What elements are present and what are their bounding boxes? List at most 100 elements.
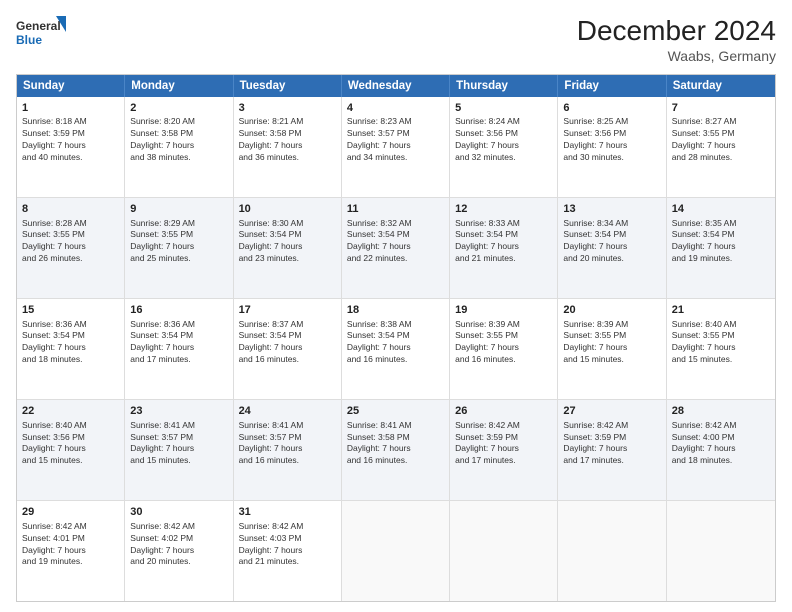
day-number: 8	[22, 202, 119, 217]
day-number: 24	[239, 404, 336, 419]
day-number: 21	[672, 303, 770, 318]
day-info: Sunrise: 8:42 AM Sunset: 4:03 PM Dayligh…	[239, 521, 304, 567]
day-number: 17	[239, 303, 336, 318]
day-info: Sunrise: 8:36 AM Sunset: 3:54 PM Dayligh…	[22, 319, 87, 365]
logo-svg: General Blue	[16, 14, 66, 54]
title-block: December 2024 Waabs, Germany	[577, 14, 776, 64]
calendar-cell: 22Sunrise: 8:40 AM Sunset: 3:56 PM Dayli…	[17, 400, 125, 500]
day-number: 13	[563, 202, 660, 217]
calendar-cell: 23Sunrise: 8:41 AM Sunset: 3:57 PM Dayli…	[125, 400, 233, 500]
header-day-wednesday: Wednesday	[342, 75, 450, 97]
day-info: Sunrise: 8:33 AM Sunset: 3:54 PM Dayligh…	[455, 218, 520, 264]
header-day-thursday: Thursday	[450, 75, 558, 97]
page: General Blue December 2024 Waabs, German…	[0, 0, 792, 612]
day-number: 3	[239, 101, 336, 116]
calendar-cell: 3Sunrise: 8:21 AM Sunset: 3:58 PM Daylig…	[234, 97, 342, 197]
day-info: Sunrise: 8:23 AM Sunset: 3:57 PM Dayligh…	[347, 116, 412, 162]
calendar-cell	[342, 501, 450, 601]
header-day-monday: Monday	[125, 75, 233, 97]
day-info: Sunrise: 8:39 AM Sunset: 3:55 PM Dayligh…	[563, 319, 628, 365]
day-info: Sunrise: 8:20 AM Sunset: 3:58 PM Dayligh…	[130, 116, 195, 162]
day-info: Sunrise: 8:25 AM Sunset: 3:56 PM Dayligh…	[563, 116, 628, 162]
calendar: SundayMondayTuesdayWednesdayThursdayFrid…	[16, 74, 776, 602]
day-number: 16	[130, 303, 227, 318]
calendar-cell: 7Sunrise: 8:27 AM Sunset: 3:55 PM Daylig…	[667, 97, 775, 197]
day-info: Sunrise: 8:41 AM Sunset: 3:57 PM Dayligh…	[239, 420, 304, 466]
calendar-cell: 5Sunrise: 8:24 AM Sunset: 3:56 PM Daylig…	[450, 97, 558, 197]
calendar-week-2: 8Sunrise: 8:28 AM Sunset: 3:55 PM Daylig…	[17, 197, 775, 298]
day-number: 14	[672, 202, 770, 217]
calendar-cell: 6Sunrise: 8:25 AM Sunset: 3:56 PM Daylig…	[558, 97, 666, 197]
header-day-friday: Friday	[558, 75, 666, 97]
day-info: Sunrise: 8:40 AM Sunset: 3:56 PM Dayligh…	[22, 420, 87, 466]
calendar-cell: 2Sunrise: 8:20 AM Sunset: 3:58 PM Daylig…	[125, 97, 233, 197]
calendar-cell: 4Sunrise: 8:23 AM Sunset: 3:57 PM Daylig…	[342, 97, 450, 197]
calendar-cell: 20Sunrise: 8:39 AM Sunset: 3:55 PM Dayli…	[558, 299, 666, 399]
calendar-cell: 1Sunrise: 8:18 AM Sunset: 3:59 PM Daylig…	[17, 97, 125, 197]
day-number: 7	[672, 101, 770, 116]
header: General Blue December 2024 Waabs, German…	[16, 14, 776, 64]
day-info: Sunrise: 8:30 AM Sunset: 3:54 PM Dayligh…	[239, 218, 304, 264]
header-day-saturday: Saturday	[667, 75, 775, 97]
calendar-week-4: 22Sunrise: 8:40 AM Sunset: 3:56 PM Dayli…	[17, 399, 775, 500]
subtitle: Waabs, Germany	[577, 48, 776, 64]
day-number: 23	[130, 404, 227, 419]
calendar-week-5: 29Sunrise: 8:42 AM Sunset: 4:01 PM Dayli…	[17, 500, 775, 601]
day-info: Sunrise: 8:35 AM Sunset: 3:54 PM Dayligh…	[672, 218, 737, 264]
day-number: 25	[347, 404, 444, 419]
day-info: Sunrise: 8:40 AM Sunset: 3:55 PM Dayligh…	[672, 319, 737, 365]
day-number: 22	[22, 404, 119, 419]
day-number: 9	[130, 202, 227, 217]
logo: General Blue	[16, 14, 66, 54]
calendar-cell	[450, 501, 558, 601]
day-info: Sunrise: 8:27 AM Sunset: 3:55 PM Dayligh…	[672, 116, 737, 162]
day-number: 11	[347, 202, 444, 217]
day-info: Sunrise: 8:38 AM Sunset: 3:54 PM Dayligh…	[347, 319, 412, 365]
day-info: Sunrise: 8:42 AM Sunset: 3:59 PM Dayligh…	[455, 420, 520, 466]
calendar-cell: 14Sunrise: 8:35 AM Sunset: 3:54 PM Dayli…	[667, 198, 775, 298]
calendar-week-3: 15Sunrise: 8:36 AM Sunset: 3:54 PM Dayli…	[17, 298, 775, 399]
calendar-header: SundayMondayTuesdayWednesdayThursdayFrid…	[17, 75, 775, 97]
calendar-cell: 29Sunrise: 8:42 AM Sunset: 4:01 PM Dayli…	[17, 501, 125, 601]
calendar-body: 1Sunrise: 8:18 AM Sunset: 3:59 PM Daylig…	[17, 97, 775, 601]
calendar-cell: 15Sunrise: 8:36 AM Sunset: 3:54 PM Dayli…	[17, 299, 125, 399]
day-number: 10	[239, 202, 336, 217]
svg-text:Blue: Blue	[16, 33, 42, 47]
day-number: 1	[22, 101, 119, 116]
day-info: Sunrise: 8:36 AM Sunset: 3:54 PM Dayligh…	[130, 319, 195, 365]
day-info: Sunrise: 8:37 AM Sunset: 3:54 PM Dayligh…	[239, 319, 304, 365]
day-number: 2	[130, 101, 227, 116]
day-info: Sunrise: 8:28 AM Sunset: 3:55 PM Dayligh…	[22, 218, 87, 264]
header-day-tuesday: Tuesday	[234, 75, 342, 97]
calendar-cell	[558, 501, 666, 601]
day-info: Sunrise: 8:21 AM Sunset: 3:58 PM Dayligh…	[239, 116, 304, 162]
calendar-cell: 16Sunrise: 8:36 AM Sunset: 3:54 PM Dayli…	[125, 299, 233, 399]
calendar-cell	[667, 501, 775, 601]
day-info: Sunrise: 8:42 AM Sunset: 3:59 PM Dayligh…	[563, 420, 628, 466]
day-info: Sunrise: 8:39 AM Sunset: 3:55 PM Dayligh…	[455, 319, 520, 365]
calendar-cell: 17Sunrise: 8:37 AM Sunset: 3:54 PM Dayli…	[234, 299, 342, 399]
calendar-cell: 21Sunrise: 8:40 AM Sunset: 3:55 PM Dayli…	[667, 299, 775, 399]
calendar-cell: 26Sunrise: 8:42 AM Sunset: 3:59 PM Dayli…	[450, 400, 558, 500]
calendar-cell: 28Sunrise: 8:42 AM Sunset: 4:00 PM Dayli…	[667, 400, 775, 500]
day-info: Sunrise: 8:42 AM Sunset: 4:01 PM Dayligh…	[22, 521, 87, 567]
day-number: 20	[563, 303, 660, 318]
calendar-cell: 8Sunrise: 8:28 AM Sunset: 3:55 PM Daylig…	[17, 198, 125, 298]
day-number: 4	[347, 101, 444, 116]
calendar-cell: 10Sunrise: 8:30 AM Sunset: 3:54 PM Dayli…	[234, 198, 342, 298]
calendar-cell: 18Sunrise: 8:38 AM Sunset: 3:54 PM Dayli…	[342, 299, 450, 399]
day-number: 30	[130, 505, 227, 520]
calendar-cell: 31Sunrise: 8:42 AM Sunset: 4:03 PM Dayli…	[234, 501, 342, 601]
day-info: Sunrise: 8:34 AM Sunset: 3:54 PM Dayligh…	[563, 218, 628, 264]
day-number: 15	[22, 303, 119, 318]
svg-text:General: General	[16, 19, 61, 33]
calendar-cell: 25Sunrise: 8:41 AM Sunset: 3:58 PM Dayli…	[342, 400, 450, 500]
day-number: 26	[455, 404, 552, 419]
day-number: 12	[455, 202, 552, 217]
day-info: Sunrise: 8:32 AM Sunset: 3:54 PM Dayligh…	[347, 218, 412, 264]
header-day-sunday: Sunday	[17, 75, 125, 97]
calendar-cell: 19Sunrise: 8:39 AM Sunset: 3:55 PM Dayli…	[450, 299, 558, 399]
day-info: Sunrise: 8:24 AM Sunset: 3:56 PM Dayligh…	[455, 116, 520, 162]
calendar-week-1: 1Sunrise: 8:18 AM Sunset: 3:59 PM Daylig…	[17, 97, 775, 197]
day-info: Sunrise: 8:18 AM Sunset: 3:59 PM Dayligh…	[22, 116, 87, 162]
